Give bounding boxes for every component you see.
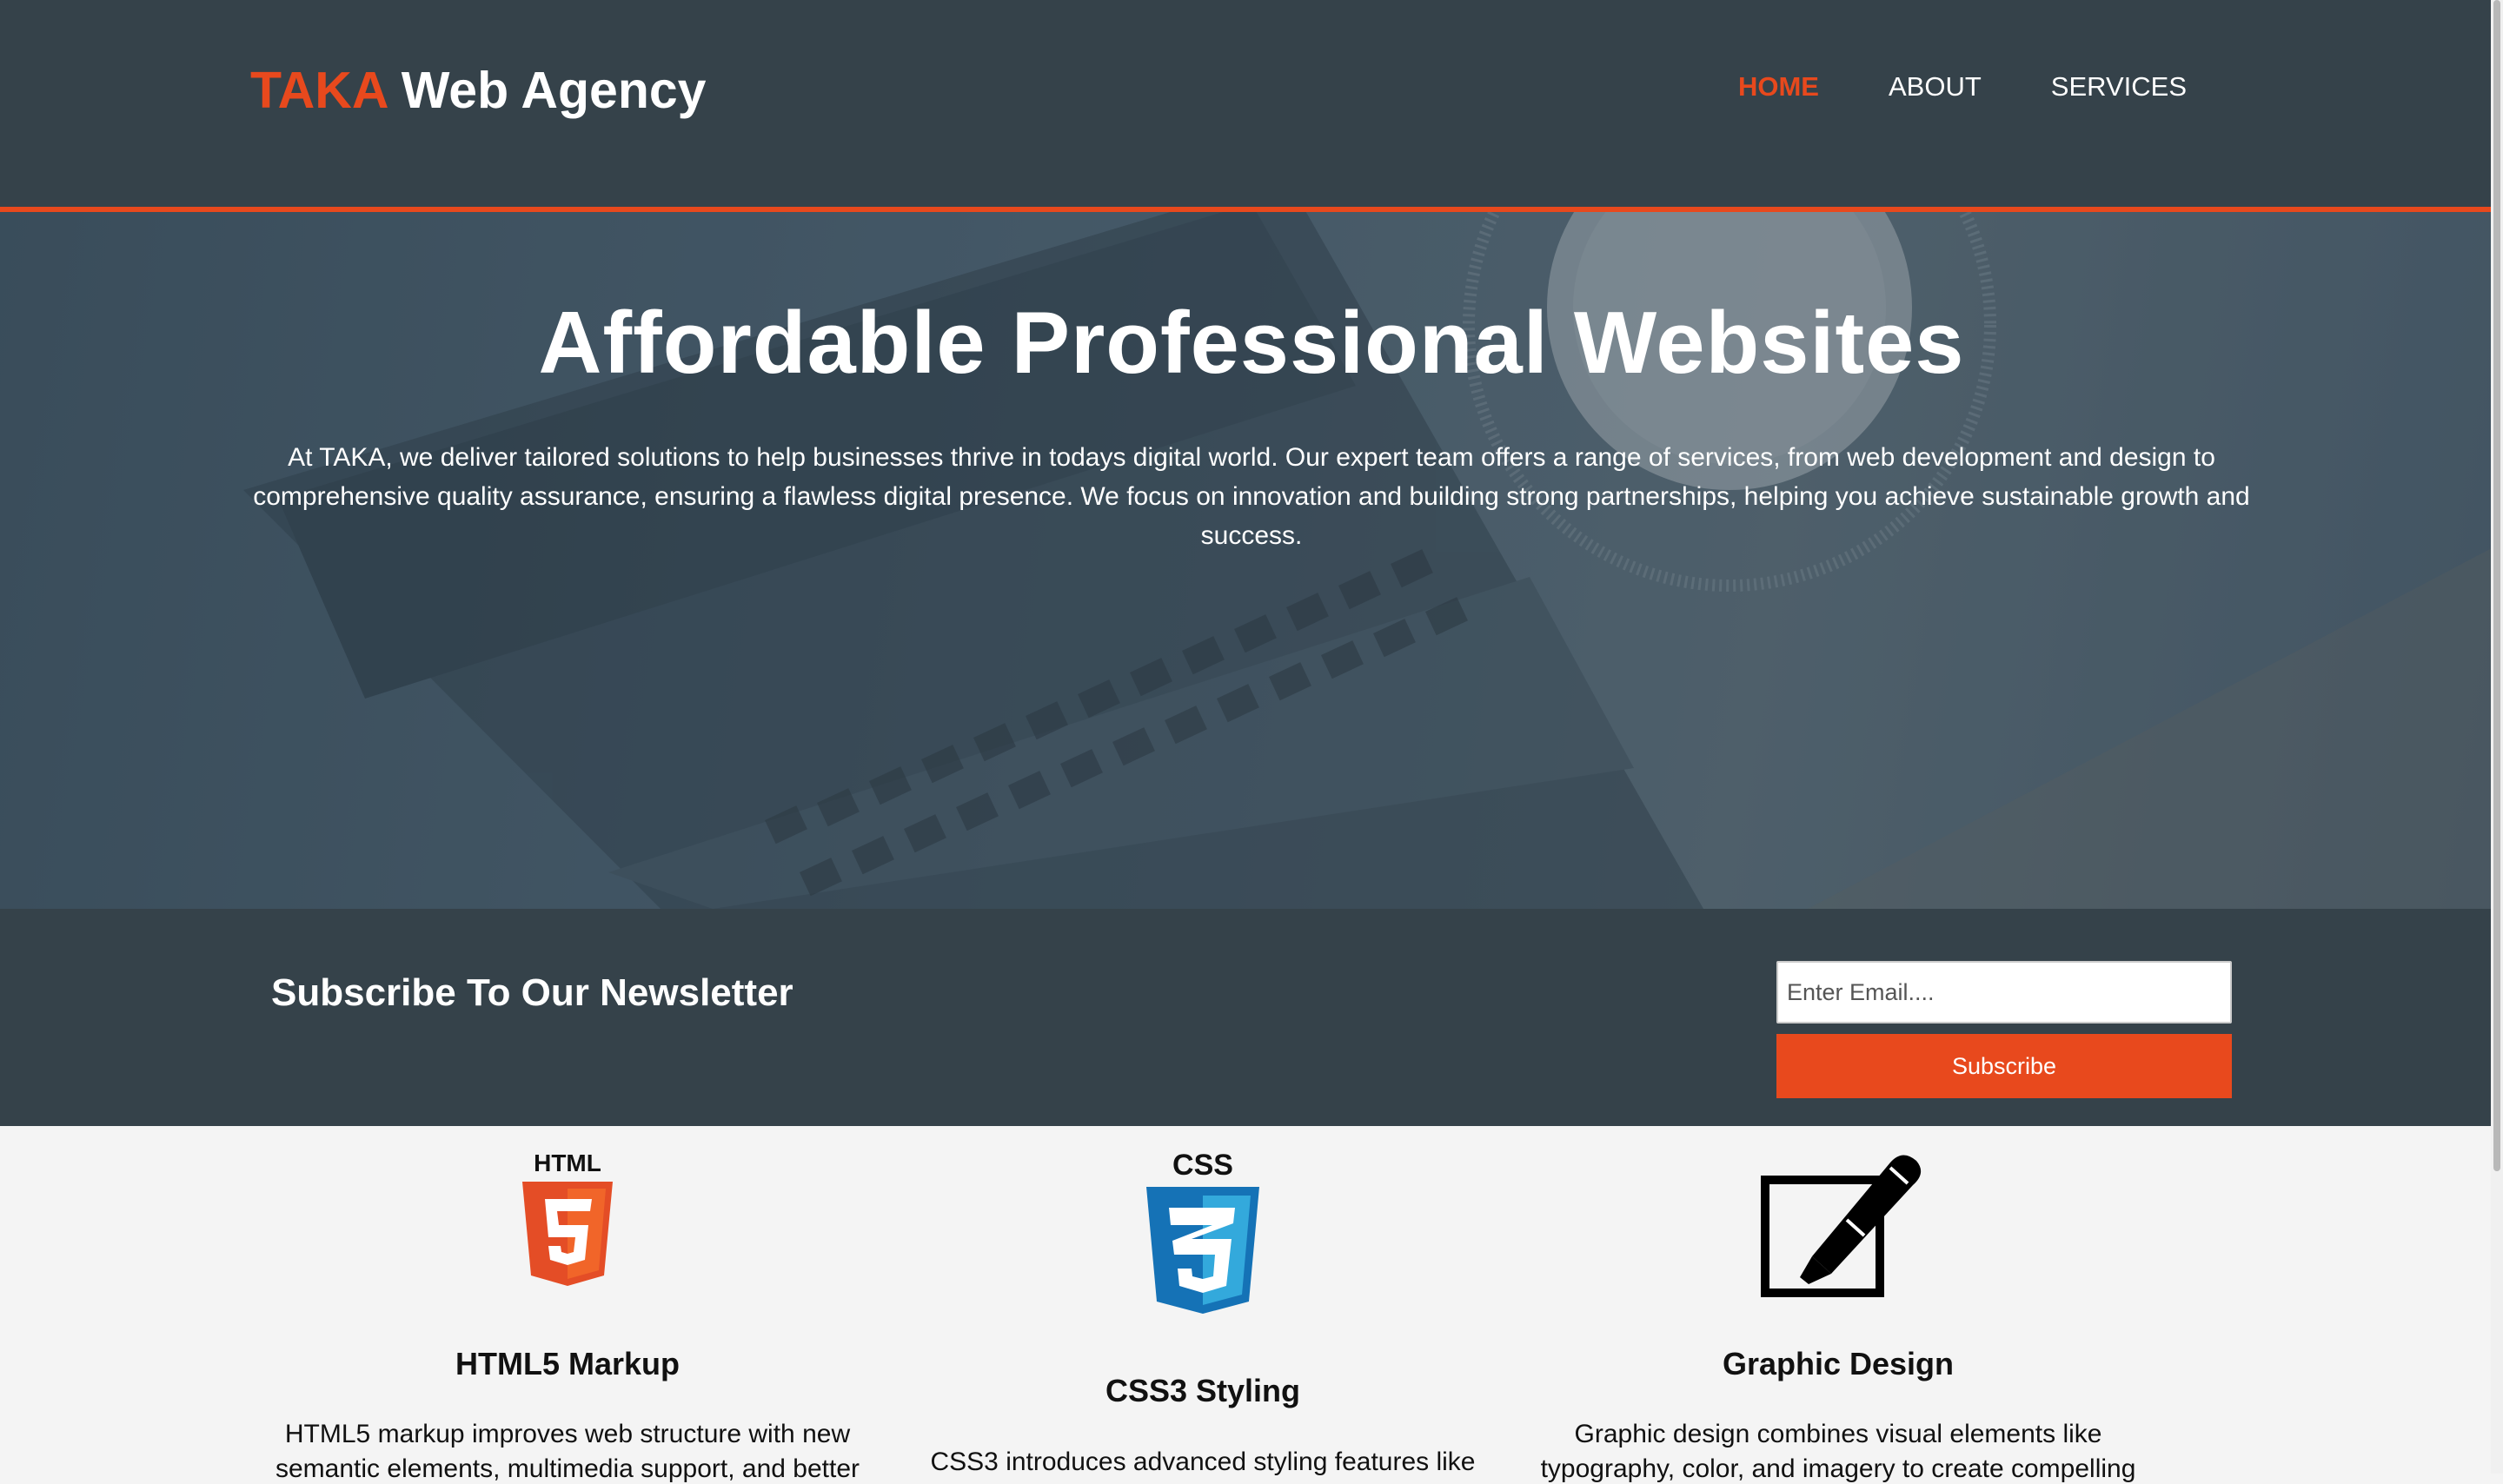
box-title: Graphic Design xyxy=(1722,1346,1955,1381)
site-logo[interactable]: TAKA Web Agency xyxy=(250,61,707,120)
scrollbar-thumb[interactable] xyxy=(2493,0,2500,1171)
css3-icon: CSS xyxy=(1146,1150,1259,1314)
nav-link-about[interactable]: ABOUT xyxy=(1889,71,1982,103)
nav-link-services[interactable]: SERVICES xyxy=(2051,71,2187,103)
feature-box-graphic-design: Graphic Design Graphic design combines v… xyxy=(1463,1126,2214,1483)
html5-icon: HTML xyxy=(522,1150,613,1286)
newsletter-section: Subscribe To Our Newsletter Subscribe xyxy=(0,909,2503,1126)
subscribe-button[interactable]: Subscribe xyxy=(1776,1034,2232,1098)
nav-link-home[interactable]: HOME xyxy=(1738,71,1819,103)
hero-showcase: Affordable Professional Websites At TAKA… xyxy=(0,212,2503,909)
box-text-line2: typography, color, and imagery to create… xyxy=(1540,1454,2136,1483)
newsletter-title: Subscribe To Our Newsletter xyxy=(271,971,793,1014)
email-input[interactable] xyxy=(1776,961,2232,1024)
logo-highlight: TAKA xyxy=(250,62,388,119)
logo-text: Web Agency xyxy=(387,62,707,119)
page-scrollbar[interactable] xyxy=(2491,0,2503,1474)
main-nav: HOME ABOUT SERVICES xyxy=(1738,71,2187,103)
graphic-design-icon xyxy=(1761,1155,1922,1297)
box-text: Graphic design combines visual elements … xyxy=(1574,1420,2102,1448)
site-header: TAKA Web Agency HOME ABOUT SERVICES xyxy=(0,0,2503,212)
hero-description: At TAKA, we deliver tailored solutions t… xyxy=(253,443,2250,550)
html5-icon-label: HTML xyxy=(534,1150,601,1176)
hero-title: Affordable Professional Websites xyxy=(538,295,1965,392)
css3-icon-label: CSS xyxy=(1172,1150,1233,1182)
